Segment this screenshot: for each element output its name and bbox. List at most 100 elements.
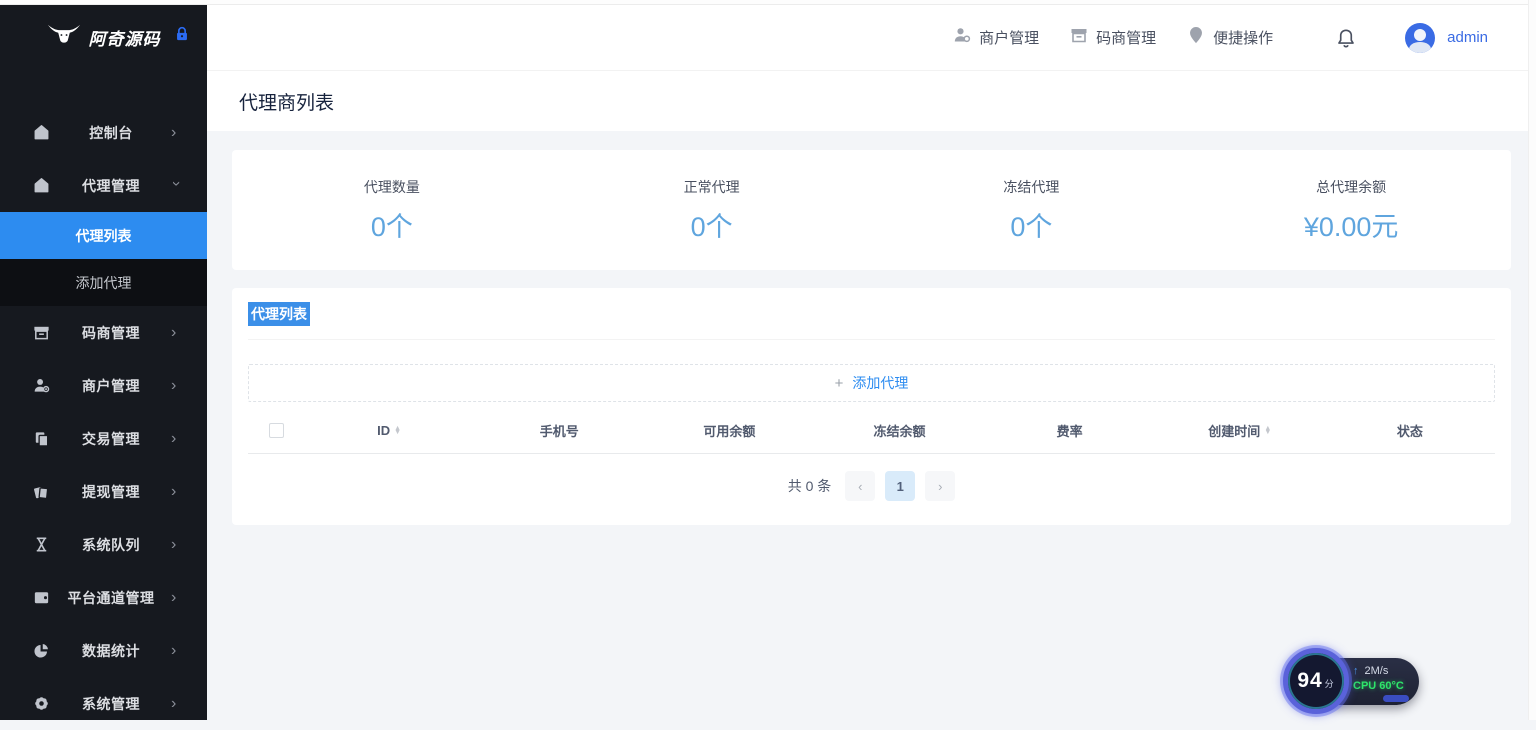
header-nav-label: 商户管理 — [979, 27, 1039, 48]
stat-normal-agents: 正常代理 0个 — [552, 177, 872, 244]
chevron-right-icon: › — [171, 696, 181, 712]
sort-icon[interactable]: ▲▼ — [1264, 427, 1271, 435]
chevron-right-icon: › — [171, 325, 181, 341]
add-agent-button[interactable]: + 添加代理 — [248, 364, 1495, 402]
header-nav-label: 便捷操作 — [1213, 27, 1273, 48]
store-icon — [31, 323, 51, 343]
stat-label: 总代理余额 — [1191, 177, 1511, 197]
sidebar-item-label: 系统管理 — [51, 694, 171, 714]
list-title-selected-text: 代理列表 — [248, 302, 310, 326]
cpu-temperature: CPU 60°C — [1353, 680, 1419, 692]
header-nav-label: 码商管理 — [1096, 27, 1156, 48]
stat-value: 0个 — [872, 205, 1192, 244]
sidebar-subitem-add-agent[interactable]: 添加代理 — [0, 259, 207, 306]
speed-value: 2M/s — [1365, 665, 1389, 677]
gear-icon — [31, 694, 51, 714]
stat-agent-count: 代理数量 0个 — [232, 177, 552, 244]
pie-icon — [31, 641, 51, 661]
stats-card: 代理数量 0个 正常代理 0个 冻结代理 0个 总代理余额 ¥0.00元 — [232, 150, 1511, 270]
stat-label: 冻结代理 — [872, 177, 1192, 197]
header-nav-merchant[interactable]: 商户管理 — [952, 25, 1039, 50]
brand-logo[interactable]: 阿奇源码 — [0, 5, 207, 69]
header-nav-code-merchant[interactable]: 码商管理 — [1069, 25, 1156, 50]
pagination-total: 共 0 条 — [788, 476, 832, 496]
sidebar-item-system-settings[interactable]: 系统管理 › — [0, 677, 207, 730]
pagination-page-1[interactable]: 1 — [885, 471, 915, 501]
pin-icon — [1186, 25, 1206, 50]
header-nav-quick-actions[interactable]: 便捷操作 — [1186, 25, 1273, 50]
sidebar-item-label: 代理管理 — [51, 176, 171, 196]
sidebar-item-console[interactable]: 控制台 › — [0, 106, 207, 159]
sidebar-item-system-queue[interactable]: 系统队列 › — [0, 518, 207, 571]
table-header-row: ID ▲▼ 手机号 可用余额 冻结余额 费率 创建时间 ▲▼ 状态 — [248, 408, 1495, 454]
chevron-down-icon: › — [168, 181, 184, 191]
column-id[interactable]: ID ▲▼ — [304, 423, 474, 438]
chevron-right-icon: › — [171, 643, 181, 659]
brand-name: 阿奇源码 — [89, 25, 161, 50]
chevron-right-icon: › — [171, 590, 181, 606]
scrollbar[interactable] — [1528, 0, 1536, 720]
chevron-right-icon: › — [171, 378, 181, 394]
upload-arrow-icon: ↑ — [1353, 666, 1359, 677]
page-title: 代理商列表 — [239, 88, 334, 115]
plus-icon: + — [835, 375, 844, 392]
sidebar-item-label: 系统队列 — [51, 535, 171, 555]
stat-label: 正常代理 — [552, 177, 872, 197]
column-created-time[interactable]: 创建时间 ▲▼ — [1155, 421, 1325, 440]
chevron-right-icon: › — [171, 431, 181, 447]
network-speed: ↑ 2M/s — [1353, 665, 1419, 677]
sidebar-item-code-merchant[interactable]: 码商管理 › — [0, 306, 207, 359]
sort-icon[interactable]: ▲▼ — [394, 427, 401, 435]
trade-icon — [31, 429, 51, 449]
sidebar-item-label: 提现管理 — [51, 482, 171, 502]
sidebar-item-transaction[interactable]: 交易管理 › — [0, 412, 207, 465]
sidebar-item-label: 码商管理 — [51, 323, 171, 343]
select-all-checkbox[interactable] — [269, 423, 284, 438]
chevron-right-icon: › — [171, 125, 181, 141]
sidebar-item-platform-channel[interactable]: 平台通道管理 › — [0, 571, 207, 624]
add-agent-label: 添加代理 — [852, 373, 908, 393]
pagination-prev-button[interactable]: ‹ — [845, 471, 875, 501]
column-frozen-balance: 冻结余额 — [814, 421, 984, 440]
withdraw-icon — [31, 482, 51, 502]
sidebar-item-statistics[interactable]: 数据统计 › — [0, 624, 207, 677]
stat-frozen-agents: 冻结代理 0个 — [872, 177, 1192, 244]
sidebar-item-merchant[interactable]: 商户管理 › — [0, 359, 207, 412]
column-rate: 费率 — [985, 421, 1155, 440]
performance-monitor-widget[interactable]: ↑ 2M/s CPU 60°C 94分 — [1283, 648, 1423, 716]
merchant-icon — [952, 25, 972, 50]
wallet-icon — [31, 588, 51, 608]
sidebar-item-withdraw[interactable]: 提现管理 › — [0, 465, 207, 518]
sidebar-item-label: 平台通道管理 — [51, 588, 171, 608]
stat-label: 代理数量 — [232, 177, 552, 197]
score-gauge: 94分 — [1283, 648, 1349, 714]
list-title-row: 代理列表 — [248, 302, 1495, 340]
page-title-band: 代理商列表 — [207, 70, 1536, 131]
top-strip — [0, 0, 1536, 5]
username: admin — [1447, 29, 1488, 46]
select-all-cell — [248, 423, 304, 438]
hourglass-icon — [31, 535, 51, 555]
column-phone: 手机号 — [474, 421, 644, 440]
chevron-right-icon: › — [171, 484, 181, 500]
sidebar-item-label: 控制台 — [51, 123, 171, 143]
agent-list-card: 代理列表 + 添加代理 ID ▲▼ 手机号 可用余额 冻结余额 — [232, 288, 1511, 525]
chevron-right-icon: › — [171, 537, 181, 553]
sidebar-subitem-agent-list[interactable]: 代理列表 — [0, 212, 207, 259]
main-content: 代理数量 0个 正常代理 0个 冻结代理 0个 总代理余额 ¥0.00元 代理列… — [207, 131, 1536, 720]
merchant-icon — [31, 376, 51, 396]
sidebar-item-label: 商户管理 — [51, 376, 171, 396]
stat-value: 0个 — [232, 205, 552, 244]
lock-icon[interactable] — [173, 25, 191, 48]
notification-bell-icon[interactable] — [1335, 27, 1357, 49]
bull-logo-icon — [47, 23, 81, 52]
user-menu[interactable]: admin — [1405, 23, 1488, 53]
sidebar-item-label: 数据统计 — [51, 641, 171, 661]
pagination-next-button[interactable]: › — [925, 471, 955, 501]
home-icon — [31, 123, 51, 143]
home-icon — [31, 176, 51, 196]
stat-value: ¥0.00元 — [1191, 205, 1511, 244]
top-header: 商户管理 码商管理 便捷操作 admin — [207, 5, 1536, 70]
sidebar-item-agent-management[interactable]: 代理管理 › — [0, 159, 207, 212]
sidebar-menu: 控制台 › 代理管理 › 代理列表 添加代理 — [0, 69, 207, 730]
